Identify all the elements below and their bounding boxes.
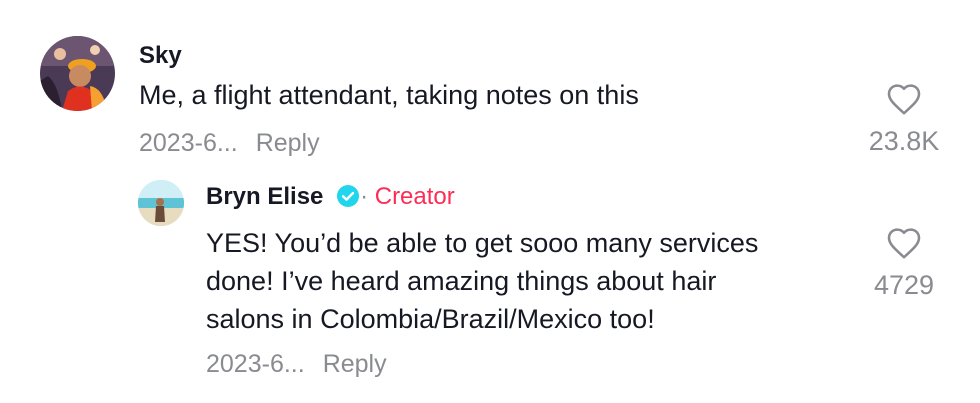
comment-username[interactable]: Sky xyxy=(139,42,182,70)
verified-check-icon xyxy=(337,184,360,207)
reply-comment-item: Bryn Elise · Creator YES! You’d be able … xyxy=(0,170,980,403)
reply-button[interactable]: Reply xyxy=(256,129,320,157)
comment-date: 2023-6... xyxy=(206,350,305,378)
comment-meta: 2023-6... Reply xyxy=(139,129,320,158)
like-control: 23.8K xyxy=(858,82,950,157)
creator-avatar-photo-icon xyxy=(138,180,184,226)
comment-item: Sky Me, a flight attendant, taking notes… xyxy=(0,0,980,170)
creator-badge: Creator xyxy=(374,183,455,210)
badge-separator: · xyxy=(360,183,369,210)
heart-outline-icon[interactable] xyxy=(886,226,922,260)
reply-button[interactable]: Reply xyxy=(323,350,387,378)
like-count: 23.8K xyxy=(868,126,940,156)
like-count: 4729 xyxy=(873,270,935,300)
comment-username-row: Bryn Elise · Creator xyxy=(206,183,455,211)
comment-username[interactable]: Bryn Elise xyxy=(206,183,323,210)
comment-text: Me, a flight attendant, taking notes on … xyxy=(139,80,639,110)
comment-text-line: done! I’ve heard amazing things about ha… xyxy=(206,266,717,296)
avatar[interactable] xyxy=(138,180,184,226)
avatar[interactable] xyxy=(40,36,115,111)
comment-text-line: YES! You’d be able to get sooo many serv… xyxy=(206,228,759,258)
comment-text: YES! You’d be able to get sooo many serv… xyxy=(206,224,758,338)
comment-meta: 2023-6... Reply xyxy=(206,350,387,379)
user-avatar-photo-icon xyxy=(40,36,115,111)
like-control: 4729 xyxy=(858,226,950,301)
comment-text-line: salons in Colombia/Brazil/Mexico too! xyxy=(206,304,655,334)
heart-outline-icon[interactable] xyxy=(886,82,922,116)
comment-date: 2023-6... xyxy=(139,129,238,157)
